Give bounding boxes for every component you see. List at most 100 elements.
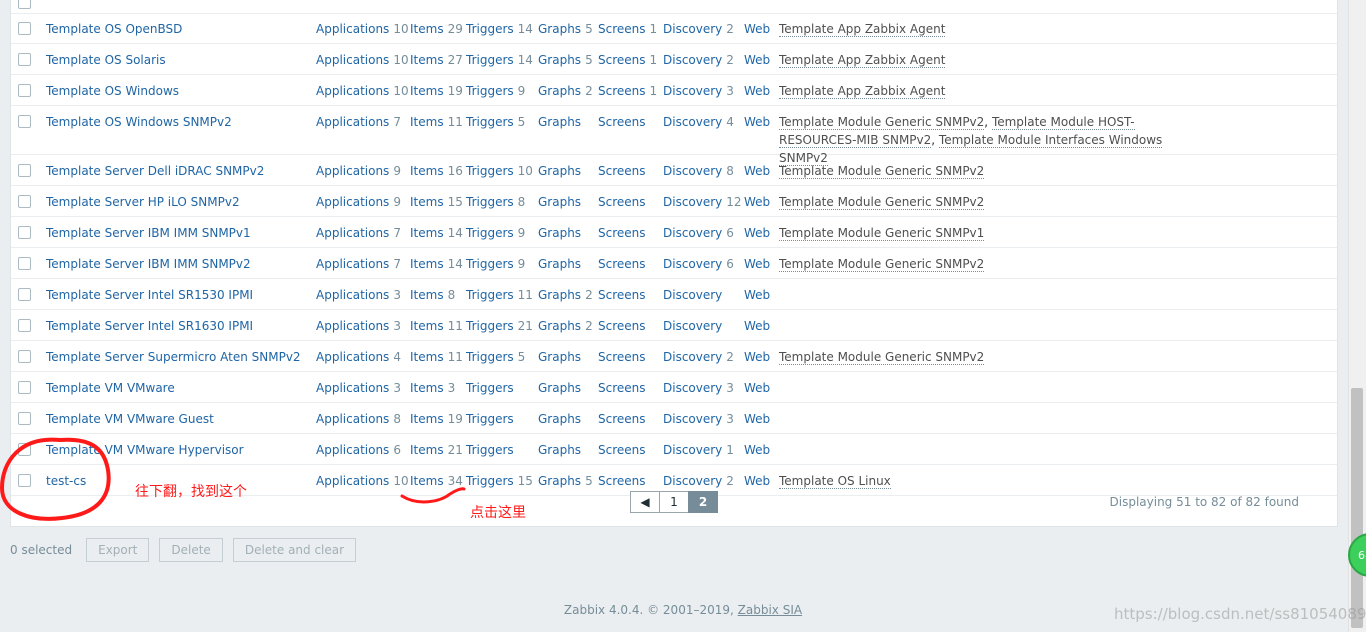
linked-template-link[interactable]: Template App Zabbix Agent: [779, 84, 946, 99]
delete-button[interactable]: Delete: [159, 538, 223, 562]
triggers-link[interactable]: Triggers: [466, 288, 514, 302]
discovery-link[interactable]: Discovery: [663, 412, 722, 426]
web-link[interactable]: Web: [744, 195, 770, 209]
row-checkbox[interactable]: [18, 0, 31, 9]
row-checkbox[interactable]: [18, 257, 31, 270]
linked-template-link[interactable]: Template Module Generic SNMPv2: [779, 257, 985, 272]
delete-and-clear-button[interactable]: Delete and clear: [232, 538, 357, 562]
linked-template-link[interactable]: Template Module Generic SNMPv2: [779, 350, 985, 365]
template-name-link[interactable]: Template Server HP iLO SNMPv2: [46, 195, 240, 209]
discovery-link[interactable]: Discovery: [663, 226, 722, 240]
screens-link[interactable]: Screens: [598, 443, 646, 457]
items-link[interactable]: Items: [410, 381, 444, 395]
linked-template-link[interactable]: Template Module Generic SNMPv2: [779, 195, 985, 210]
web-link[interactable]: Web: [744, 412, 770, 426]
triggers-link[interactable]: Triggers: [466, 84, 514, 98]
web-link[interactable]: Web: [744, 84, 770, 98]
items-link[interactable]: Items: [410, 257, 444, 271]
template-name-link[interactable]: Template OS Solaris: [46, 53, 166, 67]
screens-link[interactable]: Screens: [598, 412, 646, 426]
items-link[interactable]: Items: [410, 288, 444, 302]
items-link[interactable]: Items: [410, 443, 444, 457]
applications-link[interactable]: Applications: [316, 319, 389, 333]
row-checkbox[interactable]: [18, 84, 31, 97]
template-name-link[interactable]: test-cs: [46, 474, 86, 488]
row-checkbox[interactable]: [18, 115, 31, 128]
template-name-link[interactable]: Template OS Windows: [46, 84, 179, 98]
items-link[interactable]: Items: [410, 53, 444, 67]
row-checkbox[interactable]: [18, 381, 31, 394]
screens-link[interactable]: Screens: [598, 350, 646, 364]
graphs-link[interactable]: Graphs: [538, 350, 581, 364]
row-checkbox[interactable]: [18, 443, 31, 456]
web-link[interactable]: Web: [744, 226, 770, 240]
triggers-link[interactable]: Triggers: [466, 474, 514, 488]
screens-link[interactable]: Screens: [598, 115, 646, 129]
items-link[interactable]: Items: [410, 226, 444, 240]
applications-link[interactable]: Applications: [316, 53, 389, 67]
page-1-button[interactable]: 1: [659, 491, 689, 513]
row-checkbox[interactable]: [18, 164, 31, 177]
applications-link[interactable]: Applications: [316, 195, 389, 209]
template-name-link[interactable]: Template VM VMware: [46, 381, 175, 395]
graphs-link[interactable]: Graphs: [538, 164, 581, 178]
items-link[interactable]: Items: [410, 164, 444, 178]
graphs-link[interactable]: Graphs: [538, 115, 581, 129]
discovery-link[interactable]: Discovery: [663, 257, 722, 271]
screens-link[interactable]: Screens: [598, 257, 646, 271]
web-link[interactable]: Web: [744, 350, 770, 364]
items-link[interactable]: Items: [410, 319, 444, 333]
linked-template-link[interactable]: Template Module Generic SNMPv2: [779, 164, 985, 179]
triggers-link[interactable]: Triggers: [466, 164, 514, 178]
row-checkbox[interactable]: [18, 412, 31, 425]
graphs-link[interactable]: Graphs: [538, 257, 581, 271]
screens-link[interactable]: Screens: [598, 226, 646, 240]
applications-link[interactable]: Applications: [316, 84, 389, 98]
screens-link[interactable]: Screens: [598, 22, 646, 36]
screens-link[interactable]: Screens: [598, 53, 646, 67]
screens-link[interactable]: Screens: [598, 288, 646, 302]
template-name-link[interactable]: Template OS OpenBSD: [46, 22, 182, 36]
applications-link[interactable]: Applications: [316, 257, 389, 271]
applications-link[interactable]: Applications: [316, 115, 389, 129]
linked-template-link[interactable]: Template App Zabbix Agent: [779, 53, 946, 68]
applications-link[interactable]: Applications: [316, 350, 389, 364]
discovery-link[interactable]: Discovery: [663, 164, 722, 178]
applications-link[interactable]: Applications: [316, 381, 389, 395]
template-name-link[interactable]: Template Server Supermicro Aten SNMPv2: [46, 350, 301, 364]
screens-link[interactable]: Screens: [598, 474, 646, 488]
web-link[interactable]: Web: [744, 381, 770, 395]
triggers-link[interactable]: Triggers: [466, 381, 514, 395]
web-link[interactable]: Web: [744, 115, 770, 129]
graphs-link[interactable]: Graphs: [538, 226, 581, 240]
linked-template-link[interactable]: Template Module Generic SNMPv2: [779, 115, 985, 130]
row-checkbox[interactable]: [18, 226, 31, 239]
template-name-link[interactable]: Template VM VMware Guest: [46, 412, 214, 426]
applications-link[interactable]: Applications: [316, 22, 389, 36]
scrollbar-thumb[interactable]: [1351, 388, 1363, 628]
applications-link[interactable]: Applications: [316, 443, 389, 457]
graphs-link[interactable]: Graphs: [538, 195, 581, 209]
items-link[interactable]: Items: [410, 195, 444, 209]
applications-link[interactable]: Applications: [316, 474, 389, 488]
row-checkbox[interactable]: [18, 350, 31, 363]
graphs-link[interactable]: Graphs: [538, 381, 581, 395]
row-checkbox[interactable]: [18, 319, 31, 332]
graphs-link[interactable]: Graphs: [538, 53, 581, 67]
graphs-link[interactable]: Graphs: [538, 319, 581, 333]
triggers-link[interactable]: Triggers: [466, 350, 514, 364]
applications-link[interactable]: Applications: [316, 288, 389, 302]
applications-link[interactable]: Applications: [316, 226, 389, 240]
discovery-link[interactable]: Discovery: [663, 195, 722, 209]
footer-zabbix-sia-link[interactable]: Zabbix SIA: [738, 603, 802, 617]
template-name-link[interactable]: Template Server Intel SR1630 IPMI: [46, 319, 253, 333]
row-checkbox[interactable]: [18, 288, 31, 301]
web-link[interactable]: Web: [744, 474, 770, 488]
web-link[interactable]: Web: [744, 53, 770, 67]
discovery-link[interactable]: Discovery: [663, 319, 722, 333]
discovery-link[interactable]: Discovery: [663, 381, 722, 395]
template-name-link[interactable]: Template Server IBM IMM SNMPv1: [46, 226, 251, 240]
triggers-link[interactable]: Triggers: [466, 412, 514, 426]
triggers-link[interactable]: Triggers: [466, 319, 514, 333]
screens-link[interactable]: Screens: [598, 84, 646, 98]
